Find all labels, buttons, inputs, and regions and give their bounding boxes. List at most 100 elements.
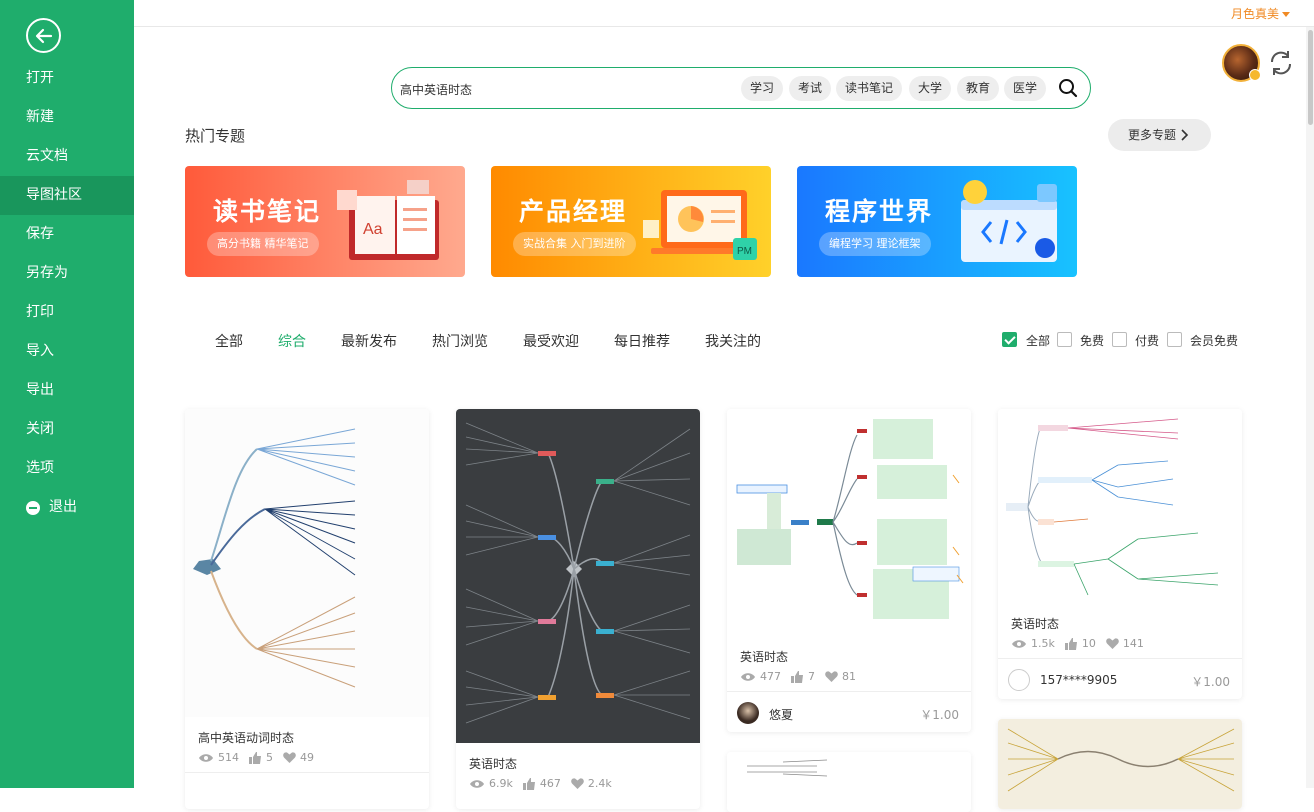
exit-icon [26,500,40,515]
filter-all-checkbox[interactable] [1002,332,1017,347]
card-stats: 514 5 49 [198,751,324,764]
mindmap-card[interactable] [727,752,971,812]
heart-icon [1106,637,1119,649]
card-title: 英语时态 [740,650,789,664]
mindmap-card[interactable]: 高中英语动词时态 514 5 49 [185,409,429,809]
banner-programming-world[interactable]: 程序世界 编程学习 理论框架 [797,166,1077,277]
filter-free-checkbox[interactable] [1057,332,1072,347]
more-topics-label: 更多专题 [1128,128,1177,142]
eye-icon [1012,639,1026,648]
sidebar-item-label: 导出 [26,382,54,398]
author-name[interactable]: 悠夏 [769,706,793,723]
sidebar-item-options[interactable]: 选项 [0,449,134,488]
sidebar-item-save[interactable]: 保存 [0,215,134,254]
favorite-count: 49 [300,751,314,764]
card-stats: 1.5k 10 141 [1011,637,1154,650]
scrollbar-thumb[interactable] [1308,30,1313,125]
thumbs-up-icon [1064,637,1077,650]
svg-text:PM: PM [737,246,752,257]
sidebar-item-exit[interactable]: 退出 [0,488,134,527]
mindmap-thumbnail [998,719,1242,809]
view-count: 1.5k [1031,637,1055,650]
sidebar-item-label: 导入 [26,343,54,359]
sidebar-item-label: 打开 [26,70,54,86]
search-bar[interactable]: 高中英语时态 学习 考试 读书笔记 大学 教育 医学 [391,67,1091,109]
tab-most-popular[interactable]: 最受欢迎 [523,331,579,351]
sidebar-item-label: 保存 [26,226,54,242]
card-title: 英语时态 [469,757,518,771]
back-arrow-icon[interactable] [26,18,61,53]
heart-icon [825,670,838,682]
view-count: 514 [218,751,239,764]
refresh-icon[interactable] [1267,49,1295,77]
banner-subtitle: 编程学习 理论框架 [819,232,931,256]
banner-product-manager[interactable]: 产品经理 实战合集 入门到进阶 PM [491,166,771,277]
mindmap-card[interactable] [998,719,1242,809]
sidebar-item-open[interactable]: 打开 [0,59,134,98]
card-footer [185,772,429,809]
sidebar-item-print[interactable]: 打印 [0,293,134,332]
book-illustration-icon: Aa [337,180,439,260]
sidebar-item-close[interactable]: 关闭 [0,410,134,449]
view-count: 6.9k [489,777,513,790]
search-input[interactable]: 高中英语时态 [400,81,472,98]
banner-title: 产品经理 [519,197,628,226]
tab-latest[interactable]: 最新发布 [341,331,397,351]
card-title: 英语时态 [1011,617,1060,631]
mindmap-card[interactable]: 英语时态 6.9k 467 2.4k [456,409,700,809]
search-icon[interactable] [1058,78,1078,98]
search-tag[interactable]: 读书笔记 [836,76,903,101]
code-window-illustration-icon [961,180,1057,262]
scrollbar-track[interactable] [1306,27,1314,788]
sidebar-item-cloud-docs[interactable]: 云文档 [0,137,134,176]
favorite-count: 81 [842,670,856,683]
filter-paid-label: 付费 [1135,334,1160,348]
sidebar-item-label: 导图社区 [26,187,82,203]
tab-following[interactable]: 我关注的 [705,331,761,351]
filter-member-free-checkbox[interactable] [1167,332,1182,347]
more-topics-button[interactable]: 更多专题 [1108,119,1211,151]
sidebar-item-new[interactable]: 新建 [0,98,134,137]
user-menu[interactable]: 月色真美 [1231,5,1290,22]
author-name[interactable]: 157****9905 [1040,673,1117,687]
sidebar-item-mindmap-community[interactable]: 导图社区 [0,176,134,215]
filter-member-free-label: 会员免费 [1190,334,1239,348]
banner-reading-notes[interactable]: 读书笔记 高分书籍 精华笔记 Aa [185,166,465,277]
filter-free-label: 免费 [1080,334,1105,348]
card-stats: 477 7 81 [740,670,866,683]
search-tag[interactable]: 学习 [741,76,784,101]
tab-all[interactable]: 全部 [215,331,243,351]
tab-overall[interactable]: 综合 [278,331,306,351]
sidebar-item-label: 关闭 [26,421,54,437]
search-tag[interactable]: 医学 [1004,76,1047,101]
mindmap-card[interactable]: 英语时态 1.5k 10 141 157****9905 ￥1.00 [998,409,1242,699]
card-stats: 6.9k 467 2.4k [469,777,622,790]
sidebar-item-label: 云文档 [26,148,68,164]
view-count: 477 [760,670,781,683]
filter-paid-checkbox[interactable] [1112,332,1127,347]
search-tag[interactable]: 大学 [909,76,952,101]
search-tag[interactable]: 考试 [789,76,832,101]
sidebar-item-label: 打印 [26,304,54,320]
sidebar-item-export[interactable]: 导出 [0,371,134,410]
sidebar-item-import[interactable]: 导入 [0,332,134,371]
price: ￥1.00 [1191,675,1230,689]
tab-daily-picks[interactable]: 每日推荐 [614,331,670,351]
laptop-chart-illustration-icon: PM [643,190,757,260]
sidebar-item-save-as[interactable]: 另存为 [0,254,134,293]
banner-title: 程序世界 [825,197,934,226]
favorite-count: 141 [1122,637,1144,650]
search-tag[interactable]: 教育 [957,76,1000,101]
banner-title: 读书笔记 [213,197,322,226]
author-avatar[interactable] [1008,669,1030,691]
like-count: 467 [539,777,561,790]
card-title: 高中英语动词时态 [198,731,295,745]
eye-icon [199,753,213,762]
sidebar-menu: 打开 新建 云文档 导图社区 保存 另存为 打印 导入 导出 关闭 选项 退出 [0,59,134,527]
mindmap-card[interactable]: 英语时态 477 7 81 悠夏 ￥1.00 [727,409,971,732]
tab-hot-views[interactable]: 热门浏览 [432,331,488,351]
vip-badge-icon [1249,69,1261,81]
author-avatar[interactable] [737,702,759,724]
sidebar: 打开 新建 云文档 导图社区 保存 另存为 打印 导入 导出 关闭 选项 退出 [0,0,134,788]
like-count: 7 [808,670,815,683]
